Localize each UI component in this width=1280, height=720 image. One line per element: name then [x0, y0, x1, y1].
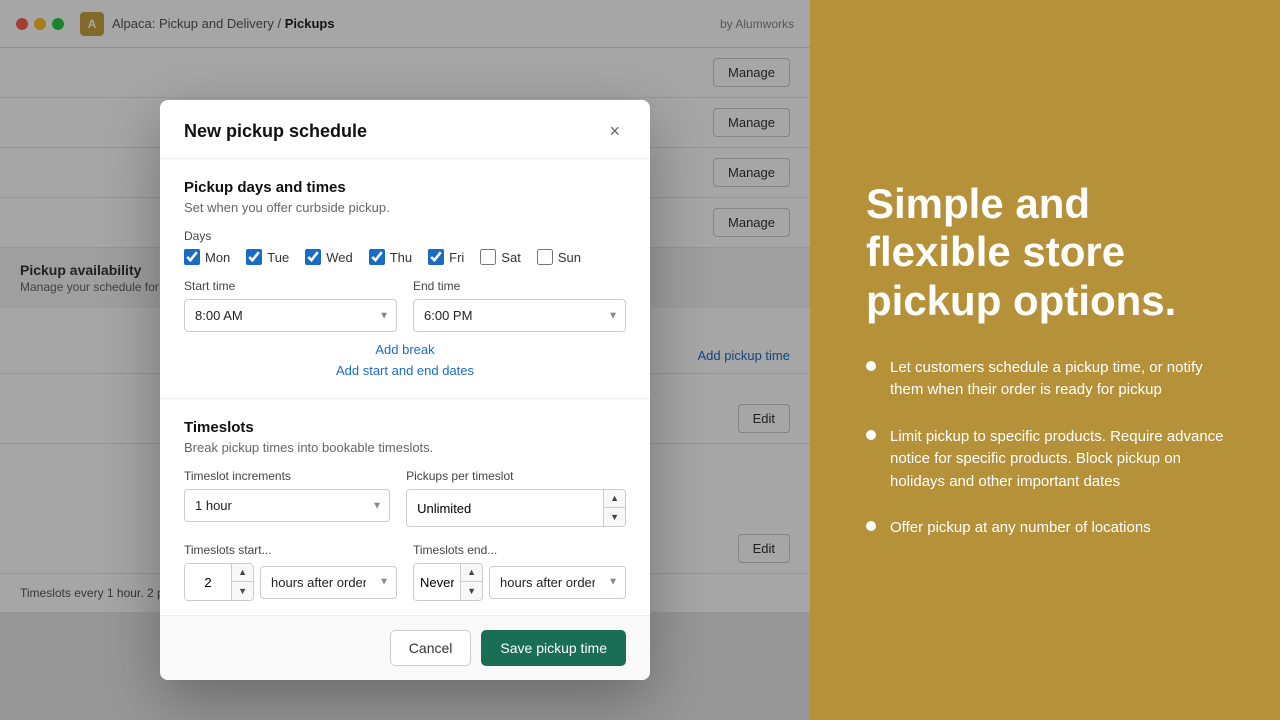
promo-list: Let customers schedule a pickup time, or… [866, 357, 1232, 540]
pickup-days-desc: Set when you offer curbside pickup. [184, 200, 626, 215]
app-panel: A Alpaca: Pickup and Delivery / Pickups … [0, 0, 810, 720]
end-time-wrapper: 6:00 PM 7:00 PM 8:00 PM ▼ [413, 299, 626, 332]
day-fri-checkbox[interactable] [428, 249, 444, 265]
timeslots-start-down-button[interactable]: ▼ [232, 582, 253, 600]
add-break-button[interactable]: Add break [184, 342, 626, 357]
day-tue-checkbox[interactable] [246, 249, 262, 265]
promo-item-3: Offer pickup at any number of locations [866, 517, 1232, 540]
day-fri[interactable]: Fri [428, 249, 464, 265]
timeslots-end-number[interactable] [414, 564, 460, 600]
timeslots-end-label: Timeslots end... [413, 543, 626, 557]
timeslots-end-field: Timeslots end... ▲ ▼ [413, 543, 626, 601]
timeslots-end-unit-wrapper: hours after order days after order ▼ [489, 566, 626, 599]
right-panel: Simple and flexible store pickup options… [810, 0, 1280, 720]
per-timeslot-field: Pickups per timeslot ▲ ▼ [406, 469, 626, 527]
promo-text-3: Offer pickup at any number of locations [890, 517, 1151, 540]
day-sun[interactable]: Sun [537, 249, 581, 265]
timeslots-desc: Break pickup times into bookable timeslo… [184, 440, 626, 455]
day-wed-checkbox[interactable] [305, 249, 321, 265]
increments-label: Timeslot increments [184, 469, 390, 483]
per-timeslot-steppers: ▲ ▼ [603, 490, 625, 526]
timeslots-end-up-button[interactable]: ▲ [461, 564, 482, 582]
per-timeslot-input: ▲ ▼ [406, 489, 626, 527]
add-start-end-dates-button[interactable]: Add start and end dates [184, 363, 626, 378]
end-time-select[interactable]: 6:00 PM 7:00 PM 8:00 PM [413, 299, 626, 332]
day-tue-label: Tue [267, 250, 289, 265]
day-mon-label: Mon [205, 250, 230, 265]
timeslots-title: Timeslots [184, 419, 626, 436]
promo-text-2: Limit pickup to specific products. Requi… [890, 426, 1232, 494]
start-time-field: Start time 8:00 AM 9:00 AM 10:00 AM ▼ [184, 279, 397, 332]
increments-select[interactable]: 1 hour 30 minutes 2 hours [184, 489, 390, 522]
day-tue[interactable]: Tue [246, 249, 289, 265]
day-thu[interactable]: Thu [369, 249, 412, 265]
start-time-wrapper: 8:00 AM 9:00 AM 10:00 AM ▼ [184, 299, 397, 332]
day-sun-label: Sun [558, 250, 581, 265]
increments-field: Timeslot increments 1 hour 30 minutes 2 … [184, 469, 390, 527]
per-timeslot-label: Pickups per timeslot [406, 469, 626, 483]
timeslots-start-stepper: ▲ ▼ [184, 563, 254, 601]
cancel-button[interactable]: Cancel [390, 630, 472, 666]
days-row: Mon Tue Wed [184, 249, 626, 265]
start-time-label: Start time [184, 279, 397, 293]
end-time-label: End time [413, 279, 626, 293]
timeslots-start-unit-select[interactable]: hours after order days after order [260, 566, 397, 599]
day-wed[interactable]: Wed [305, 249, 353, 265]
day-sun-checkbox[interactable] [537, 249, 553, 265]
timeslots-start-number[interactable] [185, 564, 231, 600]
timeslots-end-stepper: ▲ ▼ [413, 563, 483, 601]
day-sat-label: Sat [501, 250, 521, 265]
modal-footer: Cancel Save pickup time [160, 615, 650, 680]
day-fri-label: Fri [449, 250, 464, 265]
promo-item-2: Limit pickup to specific products. Requi… [866, 426, 1232, 494]
promo-bullet-3 [866, 521, 876, 531]
timeslots-start-field: Timeslots start... ▲ ▼ [184, 543, 397, 601]
day-wed-label: Wed [326, 250, 353, 265]
promo-item-1: Let customers schedule a pickup time, or… [866, 357, 1232, 402]
timeslots-end-down-button[interactable]: ▼ [461, 582, 482, 600]
day-mon-checkbox[interactable] [184, 249, 200, 265]
promo-bullet-2 [866, 430, 876, 440]
per-timeslot-down-button[interactable]: ▼ [604, 508, 625, 526]
days-label: Days [184, 229, 626, 243]
modal-title: New pickup schedule [184, 121, 367, 142]
timeslots-start-group: ▲ ▼ hours after order days after order [184, 563, 397, 601]
time-links: Add break Add start and end dates [184, 332, 626, 378]
promo-bullet-1 [866, 361, 876, 371]
day-sat[interactable]: Sat [480, 249, 521, 265]
day-mon[interactable]: Mon [184, 249, 230, 265]
day-thu-label: Thu [390, 250, 412, 265]
day-thu-checkbox[interactable] [369, 249, 385, 265]
start-time-select[interactable]: 8:00 AM 9:00 AM 10:00 AM [184, 299, 397, 332]
increments-wrapper: 1 hour 30 minutes 2 hours ▼ [184, 489, 390, 522]
pickup-days-title: Pickup days and times [184, 179, 626, 196]
promo-title: Simple and flexible store pickup options… [866, 180, 1232, 325]
modal-body: Pickup days and times Set when you offer… [160, 159, 650, 615]
modal-header: New pickup schedule × [160, 100, 650, 159]
per-timeslot-value[interactable] [407, 490, 603, 526]
new-pickup-schedule-modal: New pickup schedule × Pickup days and ti… [160, 100, 650, 680]
modal-close-button[interactable]: × [603, 120, 626, 142]
timeslot-increments-row: Timeslot increments 1 hour 30 minutes 2 … [184, 469, 626, 527]
timeslots-end-group: ▲ ▼ hours after order days after order [413, 563, 626, 601]
timeslots-end-unit-select[interactable]: hours after order days after order [489, 566, 626, 599]
timeslots-section: Timeslots Break pickup times into bookab… [160, 399, 650, 615]
per-timeslot-up-button[interactable]: ▲ [604, 490, 625, 508]
timeslots-start-unit-wrapper: hours after order days after order ▼ [260, 566, 397, 599]
end-time-field: End time 6:00 PM 7:00 PM 8:00 PM ▼ [413, 279, 626, 332]
pickup-days-section: Pickup days and times Set when you offer… [160, 159, 650, 399]
timeslots-start-label: Timeslots start... [184, 543, 397, 557]
time-row: Start time 8:00 AM 9:00 AM 10:00 AM ▼ [184, 279, 626, 332]
save-pickup-time-button[interactable]: Save pickup time [481, 630, 626, 666]
timeslots-start-up-button[interactable]: ▲ [232, 564, 253, 582]
day-sat-checkbox[interactable] [480, 249, 496, 265]
timeslots-start-btns: ▲ ▼ [231, 564, 253, 600]
promo-text-1: Let customers schedule a pickup time, or… [890, 357, 1232, 402]
timeslots-end-btns: ▲ ▼ [460, 564, 482, 600]
timeslot-range-row: Timeslots start... ▲ ▼ [184, 543, 626, 601]
modal-overlay: New pickup schedule × Pickup days and ti… [0, 0, 810, 720]
